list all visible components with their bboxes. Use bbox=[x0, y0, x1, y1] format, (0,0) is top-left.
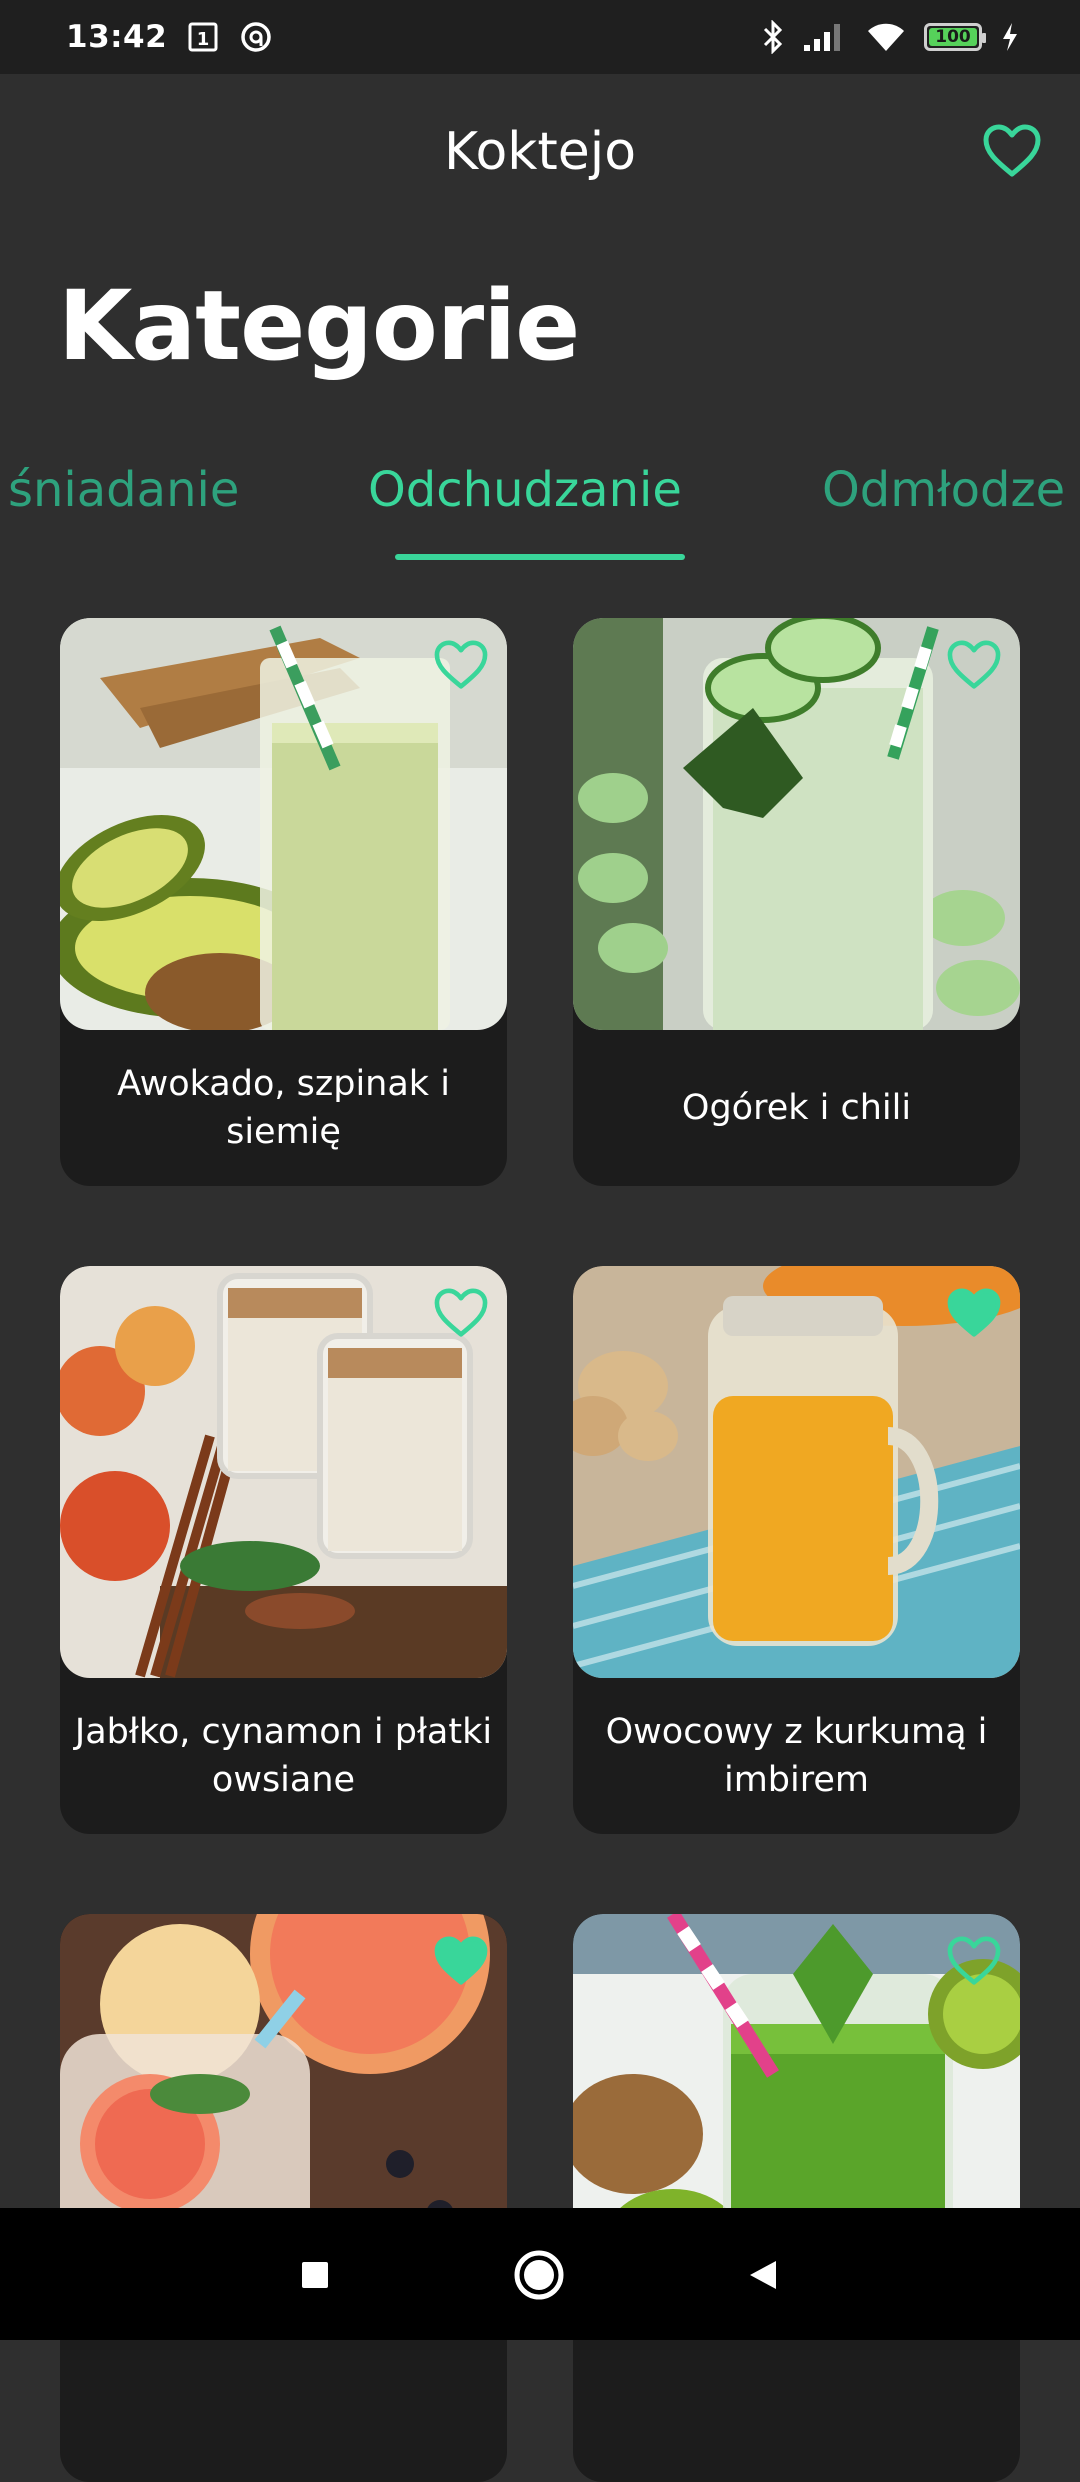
home-circle-icon[interactable] bbox=[512, 2248, 566, 2302]
sim-card-icon: 1 bbox=[187, 21, 219, 53]
app-title: Koktejo bbox=[443, 122, 637, 182]
recents-square-icon[interactable] bbox=[288, 2248, 342, 2302]
tab-odchudzanie[interactable]: Odchudzanie bbox=[368, 462, 682, 518]
app-bar: Koktejo bbox=[0, 74, 1080, 230]
favorite-heart-filled-icon[interactable] bbox=[433, 1936, 489, 1986]
status-bar: 13:42 1 100 bbox=[0, 0, 1080, 74]
recipe-title: Awokado, szpinak i siemię bbox=[117, 1064, 450, 1152]
recipe-card[interactable]: Awokado, szpinak i siemię bbox=[60, 618, 507, 1186]
recipe-title: Owocowy z kurkumą i imbirem bbox=[605, 1712, 988, 1800]
favorite-heart-filled-icon[interactable] bbox=[946, 1288, 1002, 1338]
recipe-title: Jabłko, cynamon i płatki owsiane bbox=[74, 1712, 493, 1800]
favorite-heart-outline-icon[interactable] bbox=[946, 640, 1002, 690]
recipe-card[interactable]: Owocowy z kurkumą i imbirem bbox=[573, 1266, 1020, 1834]
data-saver-icon bbox=[239, 20, 273, 54]
recipe-title bbox=[573, 2326, 1020, 2482]
charging-icon bbox=[1000, 21, 1020, 53]
page-title: Kategorie bbox=[58, 270, 580, 382]
recipe-card[interactable]: Jabłko, cynamon i płatki owsiane bbox=[60, 1266, 507, 1834]
favorites-heart-icon[interactable] bbox=[982, 124, 1042, 178]
recipe-card[interactable]: Ogórek i chili bbox=[573, 618, 1020, 1186]
active-tab-indicator bbox=[395, 554, 685, 560]
favorite-heart-outline-icon[interactable] bbox=[946, 1936, 1002, 1986]
tab-odmlodzenie[interactable]: Odmłodze bbox=[822, 462, 1065, 518]
back-triangle-icon[interactable] bbox=[736, 2248, 790, 2302]
status-time: 13:42 bbox=[66, 19, 168, 55]
tab-sniadanie[interactable]: śniadanie bbox=[8, 462, 239, 518]
signal-icon bbox=[802, 21, 848, 53]
category-tabs: śniadanie Odchudzanie Odmłodze bbox=[0, 450, 1080, 560]
recipe-title: Ogórek i chili bbox=[681, 1088, 912, 1128]
recipe-card[interactable] bbox=[60, 1914, 507, 2482]
favorite-heart-outline-icon[interactable] bbox=[433, 1288, 489, 1338]
bluetooth-icon bbox=[762, 20, 784, 54]
wifi-icon bbox=[866, 21, 906, 53]
favorite-heart-outline-icon[interactable] bbox=[433, 640, 489, 690]
battery-icon: 100 bbox=[924, 23, 986, 51]
recipe-title bbox=[60, 2326, 507, 2482]
recipe-card[interactable] bbox=[573, 1914, 1020, 2482]
system-nav-bar bbox=[0, 2208, 1080, 2340]
svg-text:1: 1 bbox=[197, 29, 210, 50]
